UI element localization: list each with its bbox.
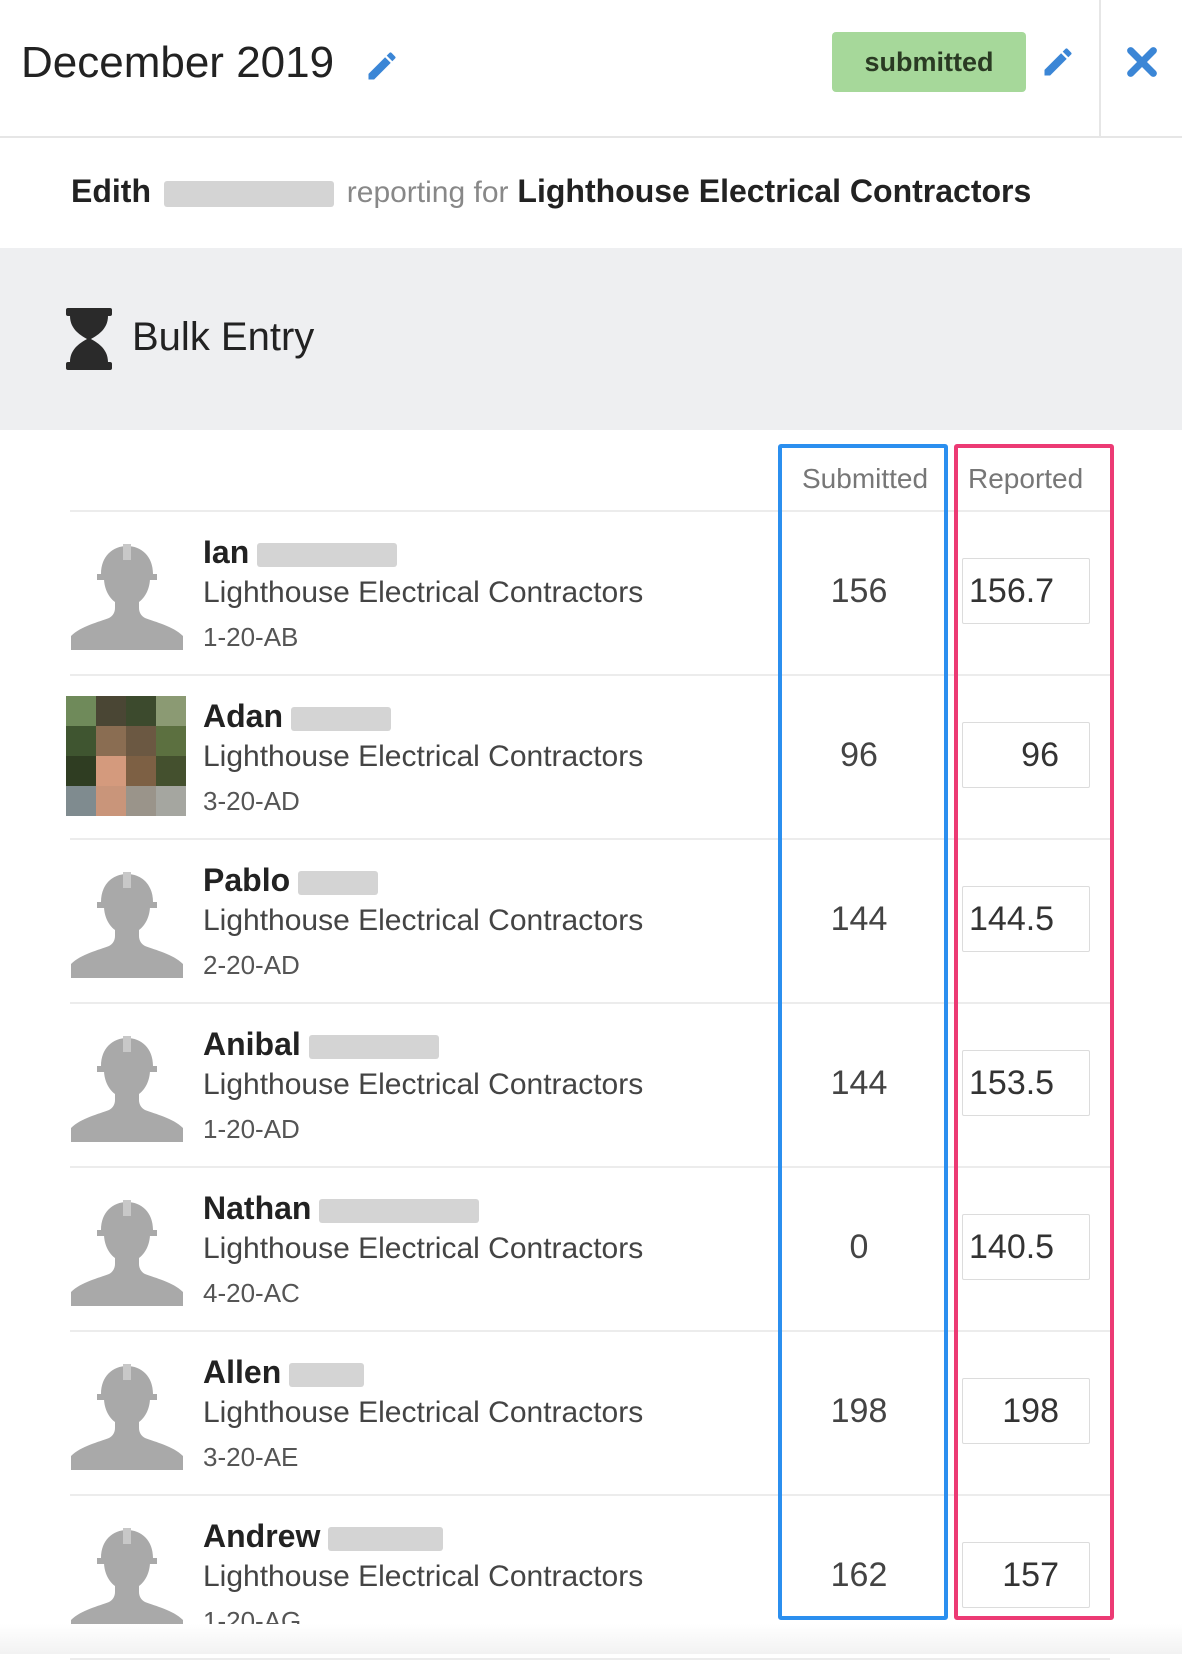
edit-title-pencil-icon[interactable] xyxy=(364,48,400,89)
member-company: Lighthouse Electrical Contractors xyxy=(203,1396,644,1429)
submitted-value: 144 xyxy=(830,900,888,938)
member-company: Lighthouse Electrical Contractors xyxy=(203,576,644,609)
member-code: 4-20-AC xyxy=(203,1278,300,1308)
member-company: Lighthouse Electrical Contractors xyxy=(203,904,644,937)
reported-input[interactable] xyxy=(962,558,1090,624)
reporting-line: Edith reporting for Lighthouse Electrica… xyxy=(71,173,1031,210)
avatar xyxy=(71,1194,183,1306)
reporter-name: Edith xyxy=(71,173,151,209)
reported-input[interactable] xyxy=(962,886,1090,952)
bottom-fade xyxy=(0,1624,1182,1654)
member-name: Pablo xyxy=(203,862,379,899)
redacted-surname xyxy=(328,1526,444,1551)
status-badge: submitted xyxy=(832,32,1026,92)
member-code: 3-20-AD xyxy=(203,786,300,816)
redacted-surname xyxy=(298,870,379,895)
avatar xyxy=(71,1358,183,1470)
avatar xyxy=(71,866,183,978)
reporting-company: Lighthouse Electrical Contractors xyxy=(517,173,1032,209)
member-name: Anibal xyxy=(203,1026,439,1063)
reported-input[interactable] xyxy=(962,1378,1090,1444)
member-name: Ian xyxy=(203,534,398,571)
redacted-surname xyxy=(308,1034,439,1059)
redacted-surname xyxy=(289,1362,365,1387)
table-row: Adan Lighthouse Electrical Contractors 3-2… xyxy=(0,676,1182,840)
redacted-surname xyxy=(291,706,391,731)
submitted-value: 144 xyxy=(830,1064,888,1102)
submitted-value: 198 xyxy=(830,1392,888,1430)
reporting-phrase: reporting for xyxy=(346,176,509,209)
avatar xyxy=(71,538,183,650)
member-code: 3-20-AE xyxy=(203,1442,299,1472)
avatar xyxy=(71,1030,183,1142)
close-icon[interactable] xyxy=(1125,45,1159,84)
member-company: Lighthouse Electrical Contractors xyxy=(203,1068,644,1101)
reported-input[interactable] xyxy=(962,1542,1090,1608)
redacted-surname xyxy=(319,1198,480,1223)
member-company: Lighthouse Electrical Contractors xyxy=(203,1232,644,1265)
submitted-value: 162 xyxy=(830,1556,888,1594)
member-name: Andrew xyxy=(203,1518,444,1555)
member-code: 1-20-AD xyxy=(203,1114,300,1144)
table-row: Pablo Lighthouse Electrical Contractors 2-… xyxy=(0,840,1182,1004)
redacted-surname xyxy=(257,542,398,567)
avatar xyxy=(66,696,186,816)
hourglass-icon xyxy=(66,308,112,375)
member-company: Lighthouse Electrical Contractors xyxy=(203,740,644,773)
table-row: Anibal Lighthouse Electrical Contractors 1… xyxy=(0,1004,1182,1168)
submitted-value: 96 xyxy=(840,736,878,774)
header-divider xyxy=(1099,0,1101,138)
member-name: Nathan xyxy=(203,1190,480,1227)
avatar xyxy=(71,1522,183,1634)
member-code: 2-20-AD xyxy=(203,950,300,980)
redacted-surname xyxy=(163,180,334,207)
table-row: Nathan Lighthouse Electrical Contractors 4… xyxy=(0,1168,1182,1332)
member-name: Adan xyxy=(203,698,391,735)
member-code: 1-20-AB xyxy=(203,622,299,652)
member-company: Lighthouse Electrical Contractors xyxy=(203,1560,644,1593)
reported-input[interactable] xyxy=(962,722,1090,788)
submitted-value: 0 xyxy=(849,1228,869,1266)
edit-status-pencil-icon[interactable] xyxy=(1040,44,1076,85)
bulk-entry-title: Bulk Entry xyxy=(132,315,315,359)
submitted-value: 156 xyxy=(830,572,888,610)
member-name: Allen xyxy=(203,1354,365,1391)
table-row: Allen Lighthouse Electrical Contractors 3-… xyxy=(0,1332,1182,1496)
table-row: Ian Lighthouse Electrical Contractors 1-20… xyxy=(0,512,1182,676)
reported-input[interactable] xyxy=(962,1050,1090,1116)
reported-input[interactable] xyxy=(962,1214,1090,1280)
column-header-reported: Reported xyxy=(968,463,1084,494)
page-header: December 2019 submitted xyxy=(0,0,1182,138)
page-title: December 2019 xyxy=(21,38,335,87)
column-header-submitted: Submitted xyxy=(802,463,929,494)
